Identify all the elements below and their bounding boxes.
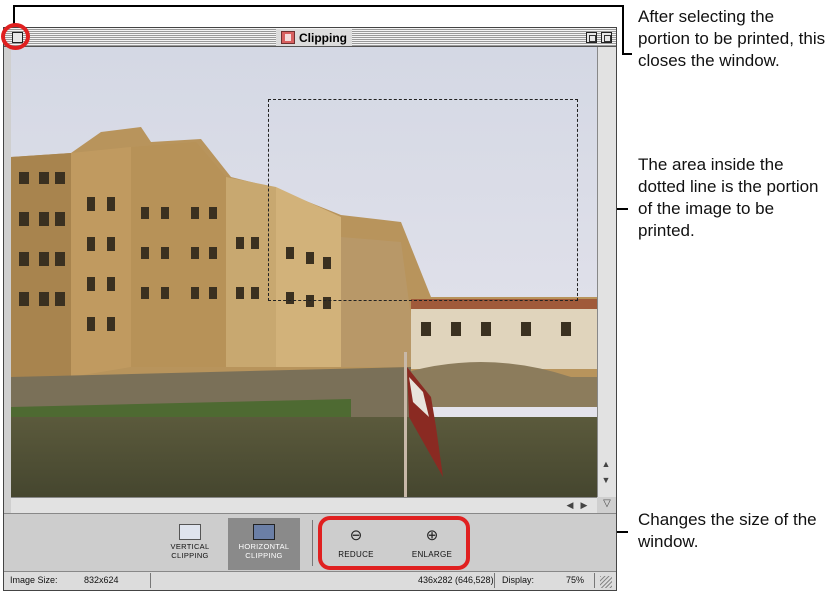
- clipping-toolbar: VERTICAL CLIPPING HORIZONTAL CLIPPING ⊖ …: [4, 513, 616, 571]
- clipping-app-icon: [281, 31, 295, 44]
- close-box-highlight: [1, 23, 30, 50]
- scroll-right-icon[interactable]: ▶: [577, 500, 591, 511]
- clipping-selection-rect[interactable]: [268, 99, 578, 301]
- status-bar: Image Size: 832x624 436x282 (646,528) Di…: [4, 571, 616, 590]
- window-title: Clipping: [299, 30, 347, 45]
- status-divider: [594, 573, 595, 588]
- image-size-value: 832x624: [84, 575, 119, 585]
- river: [11, 417, 597, 501]
- horizontal-clipping-label: HORIZONTAL CLIPPING: [238, 542, 290, 560]
- callout-line-close-tick: [622, 53, 632, 55]
- zoom-box-icon[interactable]: [586, 32, 597, 43]
- scroll-down-icon[interactable]: ▼: [599, 475, 613, 485]
- title-group: Clipping: [276, 29, 352, 46]
- callout-line-close-right: [622, 5, 624, 55]
- photo-canvas[interactable]: [11, 47, 597, 501]
- horizontal-scrollbar[interactable]: ◀ ▶: [11, 497, 597, 513]
- status-divider: [150, 573, 151, 588]
- display-value: 75%: [566, 575, 585, 585]
- horizontal-clip-icon: [253, 524, 275, 540]
- building-tower: [71, 147, 131, 377]
- status-divider: [494, 573, 495, 588]
- scroll-up-icon[interactable]: ▲: [599, 459, 613, 469]
- toolbar-divider: [312, 520, 313, 566]
- callout-dotted-text: The area inside the dotted line is the p…: [638, 155, 819, 240]
- callout-line-close: [13, 5, 624, 7]
- vertical-clipping-label: VERTICAL CLIPPING: [170, 542, 210, 560]
- building-left: [11, 153, 71, 382]
- zoom-buttons-highlight: [318, 516, 470, 570]
- title-bar[interactable]: Clipping: [4, 28, 616, 47]
- scroll-left-icon[interactable]: ◀: [563, 500, 577, 511]
- image-size-label: Image Size:: [10, 575, 58, 585]
- grow-box-icon[interactable]: [600, 576, 612, 588]
- display-label: Display:: [502, 575, 535, 585]
- horizontal-clipping-button[interactable]: HORIZONTAL CLIPPING: [228, 518, 300, 570]
- flag-pole: [404, 352, 407, 501]
- vertical-clip-icon: [179, 524, 201, 540]
- resize-corner-icon[interactable]: ▽: [600, 498, 614, 509]
- selection-info: 436x282 (646,528): [418, 575, 494, 585]
- vertical-clipping-button[interactable]: VERTICAL CLIPPING: [154, 518, 226, 570]
- collapse-box-icon[interactable]: [601, 32, 612, 43]
- callout-close-text: After selecting the portion to be printe…: [638, 7, 826, 70]
- callout-size-text: Changes the size of the window.: [638, 510, 817, 551]
- clipping-window: Clipping ▲ ▼ ◀ ▶ ▽ VERTICAL CLIPPING HOR…: [3, 27, 617, 591]
- vertical-scrollbar[interactable]: ▲ ▼: [597, 47, 616, 497]
